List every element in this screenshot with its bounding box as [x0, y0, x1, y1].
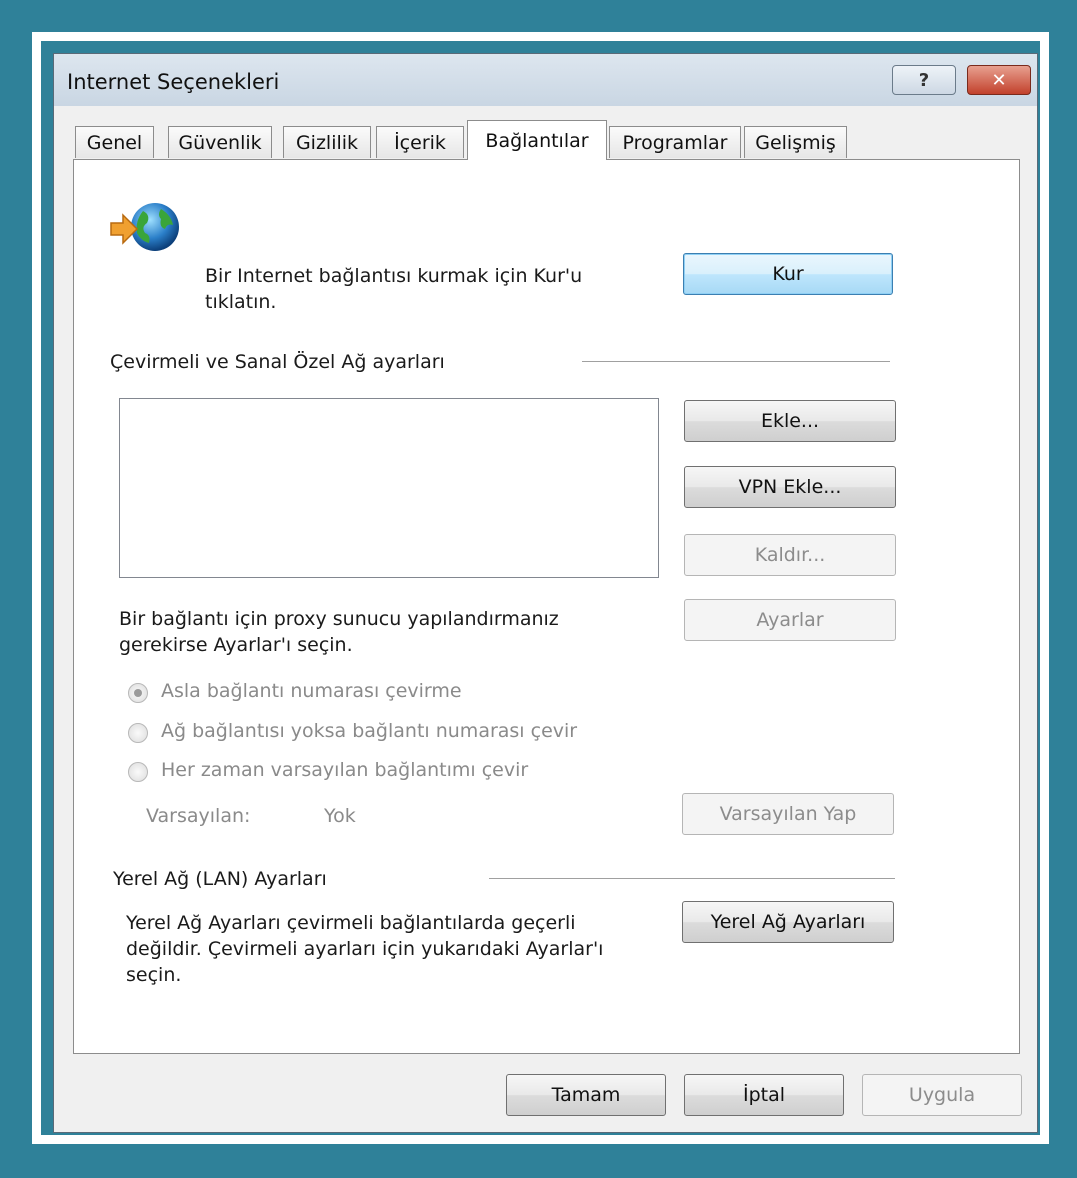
radio-dial-when-no-network-label[interactable]: Ağ bağlantısı yoksa bağlantı numarası çe…: [161, 718, 577, 745]
default-connection-value: Yok: [324, 805, 356, 827]
lan-settings-button[interactable]: Yerel Ağ Ayarları: [682, 901, 894, 943]
add-button[interactable]: Ekle...: [684, 400, 896, 442]
close-button[interactable]: ✕: [967, 65, 1031, 95]
tab-programlar[interactable]: Programlar: [609, 126, 741, 158]
globe-arrow-icon: [109, 197, 185, 257]
title-bar[interactable]: Internet Seçenekleri ? ✕: [54, 54, 1037, 106]
add-vpn-button[interactable]: VPN Ekle...: [684, 466, 896, 508]
tab-gizlilik[interactable]: Gizlilik: [283, 126, 371, 158]
proxy-description-line2: gerekirse Ayarlar'ı seçin.: [119, 634, 353, 656]
tab-icerik[interactable]: İçerik: [376, 126, 464, 158]
help-icon: ?: [918, 69, 930, 91]
tab-gelismis[interactable]: Gelişmiş: [744, 126, 847, 158]
tab-genel[interactable]: Genel: [75, 126, 154, 158]
lan-section-heading: Yerel Ağ (LAN) Ayarları: [113, 868, 327, 890]
lan-description-line1: Yerel Ağ Ayarları çevirmeli bağlantılard…: [126, 912, 576, 934]
setup-description-line1: Bir Internet bağlantısı kurmak için Kur'…: [205, 265, 583, 287]
remove-button[interactable]: Kaldır...: [684, 534, 896, 576]
apply-button[interactable]: Uygula: [862, 1074, 1022, 1116]
cancel-button[interactable]: İptal: [684, 1074, 844, 1116]
dialup-divider: [582, 361, 890, 362]
radio-always-dial-default-label[interactable]: Her zaman varsayılan bağlantımı çevir: [161, 757, 528, 784]
proxy-description-line1: Bir bağlantı için proxy sunucu yapılandı…: [119, 608, 559, 630]
connections-listbox[interactable]: [119, 398, 659, 578]
ok-button[interactable]: Tamam: [506, 1074, 666, 1116]
tab-guvenlik[interactable]: Güvenlik: [168, 126, 272, 158]
close-icon: ✕: [991, 69, 1007, 91]
dialup-settings-button[interactable]: Ayarlar: [684, 599, 896, 641]
lan-description-line3: seçin.: [126, 964, 182, 986]
default-connection-label: Varsayılan:: [146, 805, 251, 827]
setup-button[interactable]: Kur: [683, 253, 893, 295]
tab-baglantilar[interactable]: Bağlantılar: [467, 120, 607, 160]
lan-divider: [489, 878, 895, 879]
connections-panel: Bir Internet bağlantısı kurmak için Kur'…: [73, 159, 1020, 1054]
help-button[interactable]: ?: [892, 65, 956, 95]
radio-dial-when-no-network[interactable]: [128, 723, 148, 743]
dialup-section-heading: Çevirmeli ve Sanal Özel Ağ ayarları: [110, 351, 445, 373]
radio-never-dial[interactable]: [128, 683, 148, 703]
radio-always-dial-default[interactable]: [128, 762, 148, 782]
set-default-button[interactable]: Varsayılan Yap: [682, 793, 894, 835]
setup-description-line2: tıklatın.: [205, 291, 277, 313]
lan-description-line2: değildir. Çevirmeli ayarları için yukarı…: [126, 938, 604, 960]
window-title: Internet Seçenekleri: [67, 70, 280, 94]
radio-never-dial-label[interactable]: Asla bağlantı numarası çevirme: [161, 678, 462, 705]
internet-options-dialog: Internet Seçenekleri ? ✕ Genel Güvenlik …: [53, 53, 1038, 1133]
